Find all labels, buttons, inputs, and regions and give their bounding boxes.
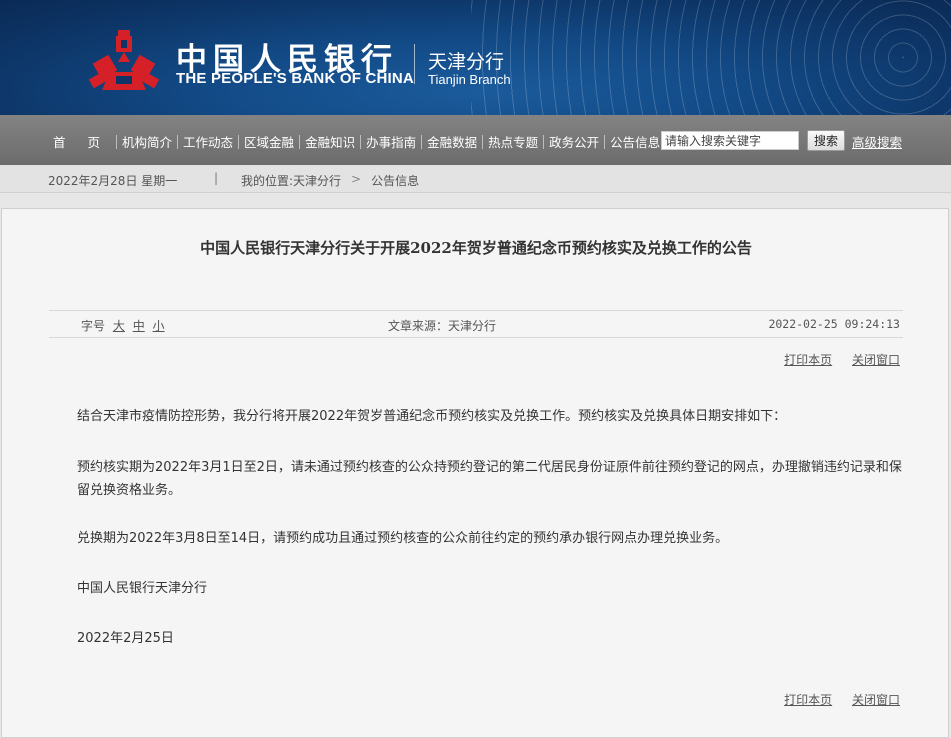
search-button[interactable]: 搜索 (807, 130, 845, 151)
nav-item-regional-finance[interactable]: 区域金融 (239, 132, 299, 151)
meta-divider-bottom (49, 337, 903, 338)
article-tools-bottom: 打印本页 关闭窗口 (768, 691, 900, 708)
article-source: 文章来源：天津分行 (388, 319, 497, 333)
font-size-label: 字号 (81, 319, 106, 333)
article-panel: 中国人民银行天津分行关于开展2022年贺岁普通纪念币预约核实及兑换工作的公告 字… (1, 208, 949, 738)
nav-item-service-guide[interactable]: 办事指南 (361, 132, 421, 151)
font-size-control: 字号 大 中 小 (81, 317, 165, 334)
article-tools-top: 打印本页 关闭窗口 (768, 351, 900, 368)
current-date: 2022年2月28日 星期一 (48, 174, 178, 188)
close-window-link[interactable]: 关闭窗口 (852, 693, 900, 707)
breadcrumb-current[interactable]: 公告信息 (371, 172, 419, 189)
print-page-link[interactable]: 打印本页 (784, 353, 832, 367)
nav-item-news[interactable]: 工作动态 (178, 132, 238, 151)
article-paragraph: 兑换期为2022年3月8日至14日，请预约成功且通过预约核查的公众前往约定的预约… (77, 531, 729, 546)
breadcrumb: 我的位置:天津分行 > 公告信息 (241, 172, 419, 189)
article-paragraph: 预约核实期为2022年3月1日至2日，请未通过预约核查的公众持预约登记的第二代居… (77, 460, 902, 498)
article-paragraph: 结合天津市疫情防控形势，我分行将开展2022年贺岁普通纪念币预约核实及兑换工作。… (77, 409, 787, 424)
bank-name-en: THE PEOPLE'S BANK OF CHINA (176, 70, 414, 87)
font-size-small-link[interactable]: 小 (153, 319, 165, 333)
branch-name-cn: 天津分行 (428, 51, 505, 73)
article-datetime: 2022-02-25 09:24:13 (768, 317, 900, 331)
font-size-large-link[interactable]: 大 (113, 319, 125, 333)
breadcrumb-arrow-icon: > (351, 172, 362, 186)
close-window-link[interactable]: 关闭窗口 (852, 353, 900, 367)
nav-items: 首页 机构简介 工作动态 区域金融 金融知识 办事指南 金融数据 热点专题 政务… (48, 132, 667, 151)
banner-pattern (471, 0, 951, 115)
print-page-link[interactable]: 打印本页 (784, 693, 832, 707)
logo-divider (414, 44, 415, 84)
pboc-logo-icon[interactable] (88, 28, 160, 94)
advanced-search-link[interactable]: 高级搜索 (852, 132, 902, 151)
header-banner: 中国人民银行 THE PEOPLE'S BANK OF CHINA 天津分行 T… (0, 0, 951, 115)
nav-item-financial-data[interactable]: 金融数据 (422, 132, 482, 151)
nav-item-financial-knowledge[interactable]: 金融知识 (300, 132, 360, 151)
info-separator: | (214, 171, 219, 185)
article-signature: 中国人民银行天津分行 (77, 581, 208, 596)
nav-item-announcements[interactable]: 公告信息 (605, 132, 665, 151)
meta-divider-top (49, 310, 903, 311)
info-bar: 2022年2月28日 星期一 | 我的位置:天津分行 > 公告信息 (0, 165, 951, 193)
nav-item-home[interactable]: 首页 (48, 132, 122, 151)
nav-item-hot-topics[interactable]: 热点专题 (483, 132, 543, 151)
font-size-medium-link[interactable]: 中 (133, 319, 145, 333)
nav-item-government-affairs[interactable]: 政务公开 (544, 132, 604, 151)
article-title: 中国人民银行天津分行关于开展2022年贺岁普通纪念币预约核实及兑换工作的公告 (200, 239, 752, 257)
search-input[interactable] (661, 131, 799, 150)
breadcrumb-location[interactable]: 我的位置:天津分行 (241, 172, 341, 189)
nav-item-about[interactable]: 机构简介 (117, 132, 177, 151)
branch-name-en: Tianjin Branch (428, 72, 511, 87)
article-date: 2022年2月25日 (77, 631, 174, 646)
